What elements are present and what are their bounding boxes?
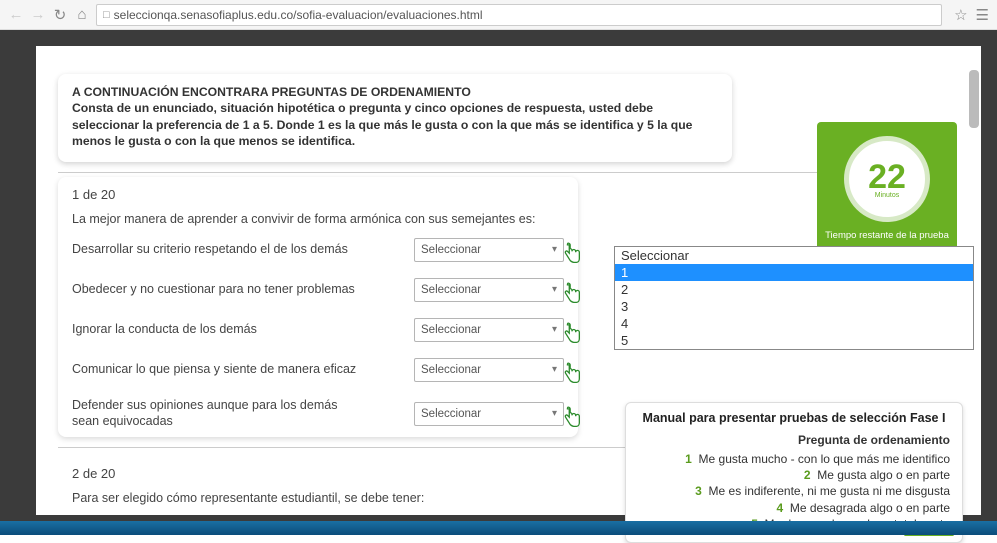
chevron-down-icon: ▾ xyxy=(552,408,557,419)
question-counter: 1 de 20 xyxy=(72,187,564,202)
cursor-hand-icon xyxy=(561,362,583,388)
forward-icon[interactable]: → xyxy=(30,6,46,23)
option-row: Comunicar lo que piensa y siente de mane… xyxy=(72,358,564,382)
instructions-title: A CONTINUACIÓN ENCONTRARA PREGUNTAS DE O… xyxy=(72,84,718,100)
chevron-down-icon: ▾ xyxy=(552,324,557,335)
chevron-down-icon: ▾ xyxy=(552,364,557,375)
manual-subtitle: Pregunta de ordenamiento xyxy=(638,433,950,447)
timer-number: 22 xyxy=(868,160,906,194)
page-icon: □ xyxy=(103,9,110,21)
dropdown-option[interactable]: 3 xyxy=(615,298,973,315)
chevron-down-icon: ▾ xyxy=(552,244,557,255)
manual-title: Manual para presentar pruebas de selecci… xyxy=(638,411,950,425)
question-card-1: 1 de 20 La mejor manera de aprender a co… xyxy=(58,177,578,437)
select-value: Seleccionar xyxy=(421,324,481,336)
question-card-2: 2 de 20 Para ser elegido cómo representa… xyxy=(58,456,578,505)
option-row: Defender sus opiniones aunque para los d… xyxy=(72,398,564,429)
reload-icon[interactable]: ↻ xyxy=(52,6,68,24)
dropdown-option[interactable]: 1 xyxy=(615,264,973,281)
timer-circle: 22 Minutos xyxy=(844,136,930,222)
select-value: Seleccionar xyxy=(421,284,481,296)
dropdown-option[interactable]: 4 xyxy=(615,315,973,332)
cursor-hand-icon xyxy=(561,242,583,268)
manual-row: 4 Me desagrada algo o en parte xyxy=(638,500,950,516)
question-counter: 2 de 20 xyxy=(72,466,564,481)
preference-select[interactable]: Seleccionar ▾ xyxy=(414,278,564,302)
dropdown-option[interactable]: Seleccionar xyxy=(615,247,973,264)
select-value: Seleccionar xyxy=(421,244,481,256)
manual-row: 1 Me gusta mucho - con lo que más me ide… xyxy=(638,451,950,467)
preference-select[interactable]: Seleccionar ▾ xyxy=(414,358,564,382)
instructions-panel: A CONTINUACIÓN ENCONTRARA PREGUNTAS DE O… xyxy=(58,74,732,162)
select-value: Seleccionar xyxy=(421,408,481,420)
cursor-hand-icon xyxy=(561,282,583,308)
menu-icon[interactable]: ☰ xyxy=(976,6,989,24)
chevron-down-icon: ▾ xyxy=(552,284,557,295)
preference-select[interactable]: Seleccionar ▾ xyxy=(414,318,564,342)
option-row: Ignorar la conducta de los demás Selecci… xyxy=(72,318,564,342)
option-label: Ignorar la conducta de los demás xyxy=(72,322,362,338)
home-icon[interactable]: ⌂ xyxy=(74,6,90,23)
manual-row: 3 Me es indiferente, ni me gusta ni me d… xyxy=(638,483,950,499)
dropdown-option[interactable]: 2 xyxy=(615,281,973,298)
option-row: Obedecer y no cuestionar para no tener p… xyxy=(72,278,564,302)
back-icon[interactable]: ← xyxy=(8,6,24,23)
option-label: Comunicar lo que piensa y siente de mane… xyxy=(72,362,362,378)
cursor-hand-icon xyxy=(561,322,583,348)
option-label: Defender sus opiniones aunque para los d… xyxy=(72,398,362,429)
option-label: Desarrollar su criterio respetando el de… xyxy=(72,242,362,258)
instructions-body: Consta de un enunciado, situación hipoté… xyxy=(72,100,718,149)
bookmark-icon[interactable]: ☆ xyxy=(954,6,967,24)
preference-select[interactable]: Seleccionar ▾ xyxy=(414,402,564,426)
page-content: A CONTINUACIÓN ENCONTRARA PREGUNTAS DE O… xyxy=(36,46,981,515)
option-row: Desarrollar su criterio respetando el de… xyxy=(72,238,564,262)
url-text: seleccionqa.senasofiaplus.edu.co/sofia-e… xyxy=(114,8,483,22)
timer-label: Tiempo restante de la prueba xyxy=(817,230,957,241)
preference-dropdown-menu[interactable]: Seleccionar 1 2 3 4 5 xyxy=(614,246,974,350)
preference-select[interactable]: Seleccionar ▾ xyxy=(414,238,564,262)
manual-row: 2 Me gusta algo o en parte xyxy=(638,467,950,483)
question-text: Para ser elegido cómo representante estu… xyxy=(72,491,564,505)
cursor-hand-icon xyxy=(561,406,583,432)
dropdown-option[interactable]: 5 xyxy=(615,332,973,349)
window-frame: A CONTINUACIÓN ENCONTRARA PREGUNTAS DE O… xyxy=(0,30,997,535)
option-label: Obedecer y no cuestionar para no tener p… xyxy=(72,282,362,298)
browser-toolbar: ← → ↻ ⌂ □ seleccionqa.senasofiaplus.edu.… xyxy=(0,0,997,30)
select-value: Seleccionar xyxy=(421,364,481,376)
taskbar xyxy=(0,521,997,535)
address-bar[interactable]: □ seleccionqa.senasofiaplus.edu.co/sofia… xyxy=(96,4,942,26)
timer-unit: Minutos xyxy=(875,192,900,199)
divider xyxy=(58,172,934,173)
question-text: La mejor manera de aprender a convivir d… xyxy=(72,212,564,226)
